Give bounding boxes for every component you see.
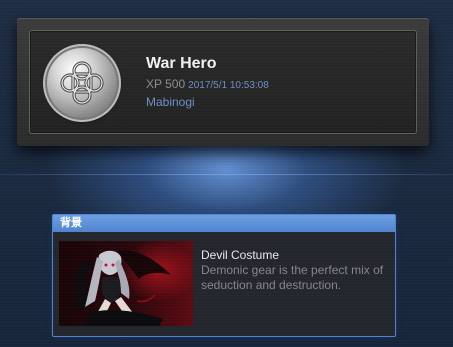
background-panel-header: 背景 (53, 215, 395, 232)
background-panel: 背景 Devil Costume Demonic gear is the per… (52, 214, 396, 337)
achievement-date: 2017/5/1 10:53:08 (188, 80, 269, 91)
character-art (73, 250, 171, 326)
item-name: Devil Costume (201, 248, 280, 262)
item-description: Demonic gear is the perfect mix of seduc… (201, 263, 384, 292)
devil-costume-image (59, 241, 193, 326)
achievement-inner-frame: War Hero XP 500 2017/5/1 10:53:08 Mabinog… (29, 30, 417, 134)
game-link[interactable]: Mabinogi (146, 95, 195, 109)
achievement-title: War Hero (146, 55, 217, 72)
background-glow-divider (0, 174, 453, 175)
achievement-xp: XP 500 (146, 77, 186, 91)
knot-glyph (60, 61, 104, 105)
celtic-knot-medal-icon (47, 48, 117, 118)
achievement-xp-line: XP 500 2017/5/1 10:53:08 (146, 77, 269, 91)
achievement-card: War Hero XP 500 2017/5/1 10:53:08 Mabinog… (17, 18, 429, 146)
